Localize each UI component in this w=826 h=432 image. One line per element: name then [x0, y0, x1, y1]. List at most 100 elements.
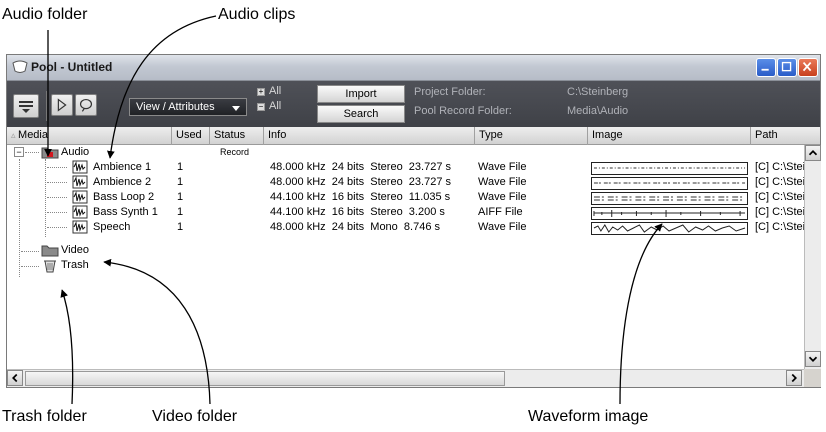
column-header: ▵ Media Used Status Info Type Image Path [7, 127, 820, 145]
clip-path: [C] C:\Stei [755, 206, 806, 218]
clip-type: Wave File [478, 191, 527, 203]
scroll-down-button[interactable] [805, 351, 821, 367]
audio-clip-icon [72, 190, 88, 204]
column-image[interactable]: Image [588, 127, 751, 145]
waveform-image [591, 162, 748, 175]
clip-info: 48.000 kHz 24 bits Stereo 23.727 s [270, 161, 452, 173]
expand-all-icon[interactable]: + [257, 88, 265, 96]
waveform-image [591, 192, 748, 205]
clip-path: [C] C:\Stei [755, 176, 806, 188]
scroll-thumb[interactable] [25, 371, 505, 386]
pool-record-folder-label: Pool Record Folder: [414, 105, 512, 117]
scroll-right-button[interactable] [786, 370, 802, 386]
clip-name: Speech [93, 221, 131, 233]
view-attributes-dropdown[interactable]: View / Attributes [129, 98, 247, 116]
tree-line [47, 167, 67, 168]
loop-icon [79, 98, 93, 112]
callout-trash-folder: Trash folder [2, 408, 87, 425]
import-button[interactable]: Import [317, 85, 405, 103]
minimize-icon [761, 68, 769, 71]
collapse-all-label[interactable]: All [269, 100, 281, 112]
trash-icon [44, 260, 56, 273]
audio-folder-icon [41, 147, 59, 159]
maximize-button[interactable] [777, 58, 797, 77]
scroll-down-icon [808, 356, 818, 362]
audio-clip-icon [72, 220, 88, 234]
column-media-label: Media [18, 129, 48, 141]
toolbar: View / Attributes + − All All Import Sea… [7, 81, 820, 127]
play-button[interactable] [51, 94, 73, 116]
waveform-graphic [593, 210, 746, 217]
tree-line [25, 152, 39, 153]
chevron-down-icon [232, 106, 240, 111]
clip-info: 48.000 kHz 24 bits Stereo 23.727 s [270, 176, 452, 188]
audio-clip-icon [72, 175, 88, 189]
waveform-graphic [593, 196, 746, 201]
video-folder-icon [41, 245, 59, 257]
clip-type: Wave File [478, 161, 527, 173]
filter-icon [19, 101, 33, 113]
pool-record-folder-value: Media\Audio [567, 105, 629, 117]
close-button[interactable] [798, 58, 818, 77]
audio-folder-row[interactable]: − Audio Record [7, 145, 804, 160]
waveform-graphic [593, 224, 746, 233]
clip-used: 1 [177, 161, 184, 173]
pool-list: − Audio Record Ambience 1 1 48.000 kHz 2… [7, 145, 806, 369]
minimize-button[interactable] [756, 58, 776, 77]
tree-line [47, 182, 67, 183]
waveform-graphic [593, 182, 746, 184]
scroll-right-icon [791, 373, 797, 383]
video-folder-row[interactable]: Video [7, 243, 804, 258]
resize-grip[interactable] [804, 369, 821, 387]
tree-line [47, 197, 67, 198]
audio-clip-icon [72, 160, 88, 174]
toolbar-separator [46, 91, 47, 121]
close-icon [802, 61, 812, 72]
loop-button[interactable] [75, 94, 97, 116]
search-button[interactable]: Search [317, 105, 405, 123]
vertical-scrollbar[interactable] [804, 145, 821, 369]
waveform-image [591, 177, 748, 190]
title-bar[interactable]: Pool - Untitled [7, 55, 820, 81]
project-folder-value: C:\Steinberg [567, 86, 629, 98]
column-type[interactable]: Type [475, 127, 588, 145]
sort-icon: ▵ [11, 130, 19, 140]
collapse-icon[interactable]: − [14, 147, 24, 157]
clip-info: 44.100 kHz 16 bits Stereo 11.035 s [270, 191, 451, 203]
column-path[interactable]: Path [751, 127, 821, 145]
clip-used: 1 [177, 206, 184, 218]
scroll-up-button[interactable] [805, 145, 821, 161]
pool-icon [12, 60, 28, 73]
clip-info: 48.000 kHz 24 bits Mono 8.746 s [270, 221, 440, 233]
project-folder-label: Project Folder: [414, 86, 486, 98]
trash-folder-row[interactable]: Trash [7, 258, 804, 273]
waveform-image [591, 207, 748, 220]
waveform-image [591, 222, 748, 235]
clip-name: Ambience 1 [93, 161, 152, 173]
maximize-icon [781, 61, 792, 72]
clip-used: 1 [177, 191, 184, 203]
column-status[interactable]: Status [210, 127, 264, 145]
column-used[interactable]: Used [172, 127, 210, 145]
clip-type: AIFF File [478, 206, 523, 218]
collapse-all-icon[interactable]: − [257, 103, 265, 111]
callout-audio-folder: Audio folder [2, 6, 88, 23]
filter-button[interactable] [13, 94, 39, 118]
column-media[interactable]: ▵ Media [7, 127, 172, 145]
scroll-left-icon [12, 373, 18, 383]
clip-info: 44.100 kHz 16 bits Stereo 3.200 s [270, 206, 445, 218]
clip-path: [C] C:\Stei [755, 221, 806, 233]
clip-type: Wave File [478, 221, 527, 233]
scroll-up-icon [808, 150, 818, 156]
record-status: Record [220, 147, 250, 157]
horizontal-scrollbar[interactable] [7, 369, 804, 387]
column-info[interactable]: Info [264, 127, 475, 145]
trash-folder-name: Trash [61, 259, 89, 271]
clip-used: 1 [177, 176, 184, 188]
audio-folder-name: Audio [61, 146, 90, 158]
play-icon [57, 98, 67, 112]
clip-type: Wave File [478, 176, 527, 188]
video-folder-name: Video [61, 244, 89, 256]
scroll-left-button[interactable] [7, 370, 23, 386]
expand-all-label[interactable]: All [269, 85, 281, 97]
